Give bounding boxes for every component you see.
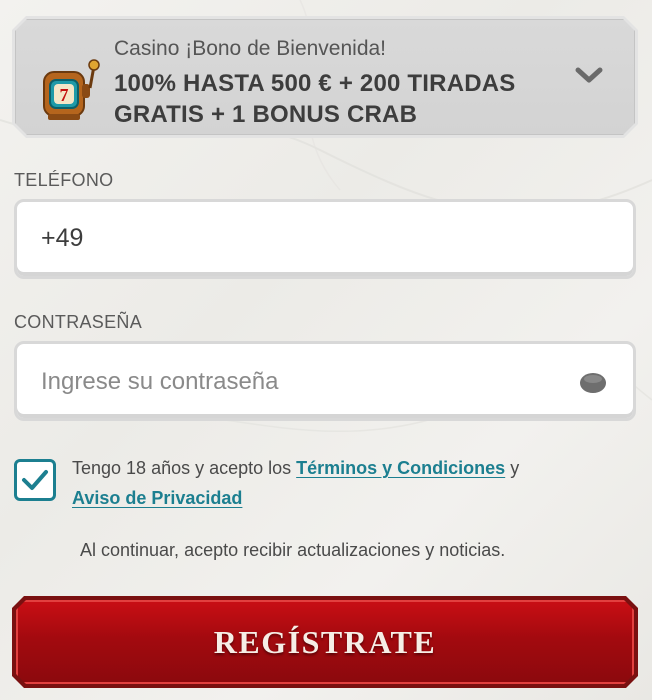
password-placeholder: Ingrese su contraseña — [41, 368, 279, 395]
svg-text:7: 7 — [60, 85, 69, 105]
checkmark-icon — [22, 470, 48, 490]
password-label: CONTRASEÑA — [14, 312, 143, 332]
register-button-label: REGÍSTRATE — [213, 623, 437, 660]
terms-checkbox[interactable] — [14, 459, 56, 501]
register-button[interactable]: REGÍSTRATE — [12, 596, 638, 688]
terms-connector: y — [505, 458, 520, 478]
phone-value: +49 — [41, 224, 84, 252]
password-field[interactable]: Ingrese su contraseña — [14, 341, 636, 421]
terms-prefix: Tengo 18 años y acepto los — [72, 458, 297, 478]
phone-field[interactable]: +49 — [14, 199, 636, 279]
chevron-down-icon[interactable] — [574, 66, 604, 86]
welcome-bonus-card[interactable]: 7 Casino ¡Bono de Bienvenida! 100% HASTA… — [12, 16, 638, 138]
bonus-title: 100% HASTA 500 € + 200 TIRADAS GRATIS + … — [114, 70, 516, 128]
terms-link[interactable]: Términos y Condiciones — [296, 458, 505, 478]
eye-icon[interactable] — [579, 372, 607, 394]
privacy-link[interactable]: Aviso de Privacidad — [72, 488, 242, 508]
phone-label: TELÉFONO — [14, 170, 114, 190]
bonus-subtitle: Casino ¡Bono de Bienvenida! — [114, 37, 387, 60]
terms-text: Tengo 18 años y acepto los Términos y Co… — [72, 453, 592, 513]
slot-machine-icon: 7 — [43, 59, 100, 120]
marketing-notice: Al continuar, acepto recibir actualizaci… — [80, 540, 506, 560]
